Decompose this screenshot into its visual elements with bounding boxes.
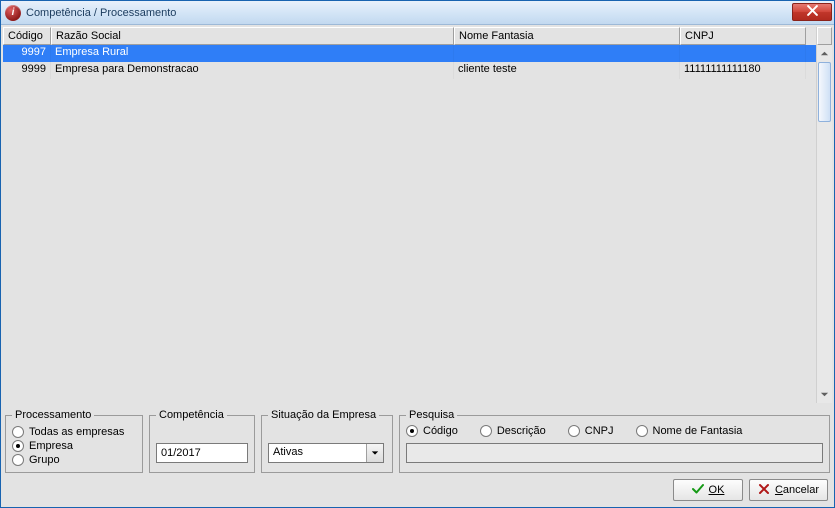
radio-label: Todas as empresas xyxy=(29,426,124,438)
cell-cnpj: 11111111111180 xyxy=(680,62,806,79)
cell-cnpj xyxy=(680,45,806,62)
x-icon xyxy=(758,483,770,498)
close-button[interactable] xyxy=(792,3,832,21)
radio-empresa[interactable]: Empresa xyxy=(12,440,136,452)
controls-row: Processamento Todas as empresas Empresa … xyxy=(3,409,832,475)
data-grid: Código Razão Social Nome Fantasia CNPJ 9… xyxy=(3,27,832,403)
group-pesquisa-legend: Pesquisa xyxy=(406,409,457,421)
group-competencia: Competência xyxy=(149,409,255,473)
group-situacao-legend: Situação da Empresa xyxy=(268,409,379,421)
radio-icon xyxy=(406,425,418,437)
grid-body: 9997 Empresa Rural 9999 Empresa para Dem… xyxy=(3,45,816,403)
ok-button[interactable]: OK xyxy=(673,479,743,501)
radio-grupo[interactable]: Grupo xyxy=(12,454,136,466)
radio-icon xyxy=(12,454,24,466)
titlebar: i Competência / Processamento xyxy=(1,1,834,25)
dialog-buttons: OK Cancelar xyxy=(3,475,832,505)
radio-pesquisa-cnpj[interactable]: CNPJ xyxy=(568,425,614,437)
radio-label: Código xyxy=(423,425,458,437)
radio-icon xyxy=(12,426,24,438)
col-header-cnpj[interactable]: CNPJ xyxy=(680,27,806,45)
competencia-input[interactable] xyxy=(156,443,248,463)
group-processamento-legend: Processamento xyxy=(12,409,94,421)
radio-icon xyxy=(480,425,492,437)
scroll-up-icon[interactable] xyxy=(817,45,832,62)
cancel-label: Cancelar xyxy=(775,484,819,496)
scroll-thumb[interactable] xyxy=(818,62,831,122)
window-frame: i Competência / Processamento Código Raz… xyxy=(0,0,835,508)
radio-pesquisa-nome[interactable]: Nome de Fantasia xyxy=(636,425,743,437)
search-input[interactable] xyxy=(406,443,823,463)
radio-icon xyxy=(12,440,24,452)
client-area: Código Razão Social Nome Fantasia CNPJ 9… xyxy=(1,25,834,507)
situacao-combo[interactable]: Ativas xyxy=(268,443,384,463)
grid-header: Código Razão Social Nome Fantasia CNPJ xyxy=(3,27,816,45)
cell-razao: Empresa Rural xyxy=(51,45,454,62)
header-corner xyxy=(817,27,832,45)
radio-label: Nome de Fantasia xyxy=(653,425,743,437)
col-header-razao[interactable]: Razão Social xyxy=(51,27,454,45)
radio-icon xyxy=(636,425,648,437)
cell-nome: cliente teste xyxy=(454,62,680,79)
cell-codigo: 9997 xyxy=(3,45,51,62)
cell-nome xyxy=(454,45,680,62)
check-icon xyxy=(692,483,704,498)
radio-pesquisa-codigo[interactable]: Código xyxy=(406,425,458,437)
radio-todas-empresas[interactable]: Todas as empresas xyxy=(12,426,136,438)
group-competencia-legend: Competência xyxy=(156,409,227,421)
radio-label: Empresa xyxy=(29,440,73,452)
radio-label: Descrição xyxy=(497,425,546,437)
radio-label: CNPJ xyxy=(585,425,614,437)
vertical-scrollbar[interactable] xyxy=(816,27,832,403)
scroll-down-icon[interactable] xyxy=(817,386,832,403)
window-title: Competência / Processamento xyxy=(26,7,176,19)
ok-label: OK xyxy=(709,484,725,496)
table-row[interactable]: 9997 Empresa Rural xyxy=(3,45,816,62)
group-pesquisa: Pesquisa Código Descrição CNPJ xyxy=(399,409,830,473)
cancel-button[interactable]: Cancelar xyxy=(749,479,828,501)
situacao-combo-value: Ativas xyxy=(269,444,366,462)
radio-label: Grupo xyxy=(29,454,60,466)
col-header-nome[interactable]: Nome Fantasia xyxy=(454,27,680,45)
radio-icon xyxy=(568,425,580,437)
table-row[interactable]: 9999 Empresa para Demonstracao cliente t… xyxy=(3,62,816,79)
chevron-down-icon[interactable] xyxy=(366,444,383,462)
group-situacao: Situação da Empresa Ativas xyxy=(261,409,393,473)
radio-pesquisa-descricao[interactable]: Descrição xyxy=(480,425,546,437)
cell-codigo: 9999 xyxy=(3,62,51,79)
col-header-codigo[interactable]: Código xyxy=(3,27,51,45)
group-processamento: Processamento Todas as empresas Empresa … xyxy=(5,409,143,473)
close-icon xyxy=(807,5,818,19)
scroll-track[interactable] xyxy=(817,62,832,386)
cell-razao: Empresa para Demonstracao xyxy=(51,62,454,79)
app-icon: i xyxy=(5,5,21,21)
